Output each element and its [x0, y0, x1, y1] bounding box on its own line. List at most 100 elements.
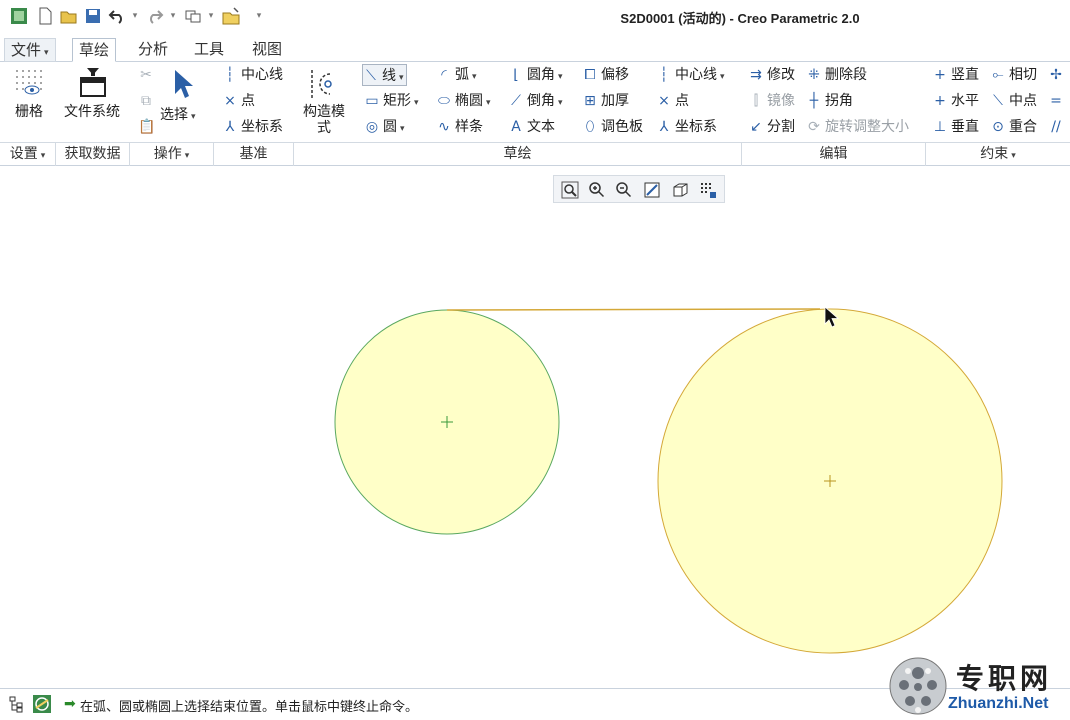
- circle-icon: ◎: [365, 119, 379, 135]
- csys-icon: ⅄: [659, 119, 669, 135]
- tangent-icon: ⟜: [992, 67, 1004, 83]
- rectangle-button[interactable]: ▭ 矩形 ▾: [364, 90, 418, 112]
- tab-sketch[interactable]: 草绘: [72, 38, 117, 62]
- group-get-data[interactable]: 获取数据: [56, 143, 130, 166]
- scissors-icon: ✂: [140, 67, 152, 83]
- datum-centerline-button[interactable]: ┆ 中心线: [222, 64, 283, 86]
- modify-button[interactable]: ⇉ 修改: [748, 64, 795, 86]
- sketch-centerline-button[interactable]: ┆ 中心线 ▾: [656, 64, 725, 86]
- group-datum[interactable]: 基准: [214, 143, 294, 166]
- mirror-icon: ⫿: [753, 93, 759, 109]
- browser-icon[interactable]: [32, 694, 52, 714]
- windows-dropdown-icon[interactable]: ▾: [206, 8, 216, 24]
- rotate-resize-icon: ⟳: [808, 119, 820, 135]
- horizontal-constraint-button[interactable]: + 水平: [932, 90, 979, 112]
- display-style-icon[interactable]: [670, 180, 690, 200]
- zoom-out-icon[interactable]: [614, 180, 634, 200]
- grid-button[interactable]: 栅格: [6, 104, 52, 120]
- soccer-ball-logo-icon: [889, 657, 947, 715]
- tab-file[interactable]: 文件 ▾: [4, 38, 56, 62]
- ribbon-tabs: 文件 ▾ 草绘 分析 工具 视图: [0, 36, 1070, 62]
- group-sketching[interactable]: 草绘: [294, 143, 742, 166]
- group-settings[interactable]: 设置 ▾: [0, 143, 56, 166]
- construction-mode-button[interactable]: 构造模式: [298, 104, 350, 136]
- tab-view[interactable]: 视图: [246, 38, 288, 62]
- tangent-constraint-button[interactable]: ⟜ 相切: [990, 64, 1037, 86]
- ribbon-group-bar: 设置 ▾ 获取数据 操作 ▾ 基准 草绘 编辑 约束 ▾: [0, 142, 1070, 166]
- perpendicular-constraint-button[interactable]: ⊥ 垂直: [932, 116, 979, 138]
- vertical-icon: +: [934, 67, 946, 83]
- corner-button[interactable]: ┼ 拐角: [806, 90, 853, 112]
- divide-icon: ↙: [750, 119, 762, 135]
- save-icon[interactable]: [84, 7, 102, 25]
- quick-access-customize-icon[interactable]: ▾: [254, 8, 264, 24]
- group-editing[interactable]: 编辑: [742, 143, 926, 166]
- undo-icon[interactable]: [108, 7, 126, 25]
- arc-icon: ◜: [441, 67, 447, 83]
- text-button[interactable]: A 文本: [508, 116, 555, 138]
- line-button[interactable]: ⟍ 线 ▾: [362, 64, 407, 86]
- model-tree-icon[interactable]: [8, 695, 26, 713]
- palette-button[interactable]: ⬯ 调色板: [582, 116, 643, 138]
- grid-icon: [14, 68, 44, 96]
- group-constrain[interactable]: 约束 ▾: [926, 143, 1070, 166]
- symmetric-constraint-button[interactable]: ✢: [1048, 64, 1067, 86]
- thicken-button[interactable]: ⊞ 加厚: [582, 90, 629, 112]
- status-message: 在弧、圆或椭圆上选择结束位置。单击鼠标中键终止命令。: [80, 700, 419, 715]
- vertical-constraint-button[interactable]: + 竖直: [932, 64, 979, 86]
- csys-icon: ⅄: [225, 119, 235, 135]
- app-icon: [11, 8, 27, 24]
- new-file-icon[interactable]: [36, 7, 54, 25]
- sketch-canvas[interactable]: [0, 205, 1070, 687]
- offset-icon: ⧠: [584, 67, 596, 83]
- tab-analysis[interactable]: 分析: [132, 38, 174, 62]
- thicken-icon: ⊞: [584, 93, 596, 109]
- ellipse-button[interactable]: ⬭ 椭圆 ▾: [436, 90, 491, 112]
- cut-button[interactable]: ✂: [138, 64, 157, 86]
- midpoint-constraint-button[interactable]: ⟍ 中点: [990, 90, 1037, 112]
- close-window-icon[interactable]: [222, 7, 240, 25]
- redo-icon[interactable]: [146, 7, 164, 25]
- open-folder-icon[interactable]: [60, 7, 78, 25]
- circle-button[interactable]: ◎ 圆 ▾: [364, 116, 405, 138]
- windows-icon[interactable]: [184, 7, 202, 25]
- equal-constraint-button[interactable]: =: [1048, 90, 1067, 112]
- parallel-constraint-button[interactable]: //: [1048, 116, 1067, 138]
- arc-button[interactable]: ◜ 弧 ▾: [436, 64, 476, 86]
- watermark-en-text: Zhuanzhi.Net: [948, 695, 1049, 712]
- fillet-icon: ⌊: [513, 67, 519, 83]
- undo-dropdown-icon[interactable]: ▾: [130, 8, 140, 24]
- datum-point-button[interactable]: × 点: [222, 90, 255, 112]
- title-bar: ▾ ▾ ▾ ▾ S2D0001 (活动的) - Creo Parametric …: [0, 0, 1070, 34]
- chamfer-button[interactable]: ⟋ 倒角 ▾: [508, 90, 562, 112]
- copy-button[interactable]: ⧉: [138, 90, 157, 112]
- tab-tools[interactable]: 工具: [188, 38, 230, 62]
- paste-button[interactable]: 📋: [138, 116, 157, 138]
- repaint-icon[interactable]: [642, 180, 662, 200]
- select-button[interactable]: 选择 ▾: [160, 104, 196, 126]
- spline-button[interactable]: ∿ 样条: [436, 116, 483, 138]
- sketcher-display-filters-icon[interactable]: [698, 180, 718, 200]
- zoom-in-icon[interactable]: [587, 180, 607, 200]
- rotate-resize-button[interactable]: ⟳ 旋转调整大小: [806, 116, 909, 138]
- file-system-icon: [78, 66, 108, 98]
- mirror-button[interactable]: ⫿ 镜像: [748, 90, 795, 112]
- fillet-button[interactable]: ⌊ 圆角 ▾: [508, 64, 562, 86]
- point-icon: ×: [224, 93, 236, 109]
- sketch-csys-button[interactable]: ⅄ 坐标系: [656, 116, 717, 138]
- redo-dropdown-icon[interactable]: ▾: [168, 8, 178, 24]
- spline-icon: ∿: [438, 119, 450, 135]
- modify-icon: ⇉: [750, 67, 762, 83]
- tangent-line[interactable]: [446, 308, 821, 311]
- group-operations[interactable]: 操作 ▾: [130, 143, 214, 166]
- coincident-constraint-button[interactable]: ⊙ 重合: [990, 116, 1037, 138]
- delete-segment-button[interactable]: ⁜ 删除段: [806, 64, 867, 86]
- sketch-point-button[interactable]: × 点: [656, 90, 689, 112]
- file-system-button[interactable]: 文件系统: [64, 104, 120, 120]
- divide-button[interactable]: ↙ 分割: [748, 116, 795, 138]
- perpendicular-icon: ⊥: [933, 119, 947, 135]
- message-arrow-icon: ➡: [64, 696, 76, 712]
- datum-csys-button[interactable]: ⅄ 坐标系: [222, 116, 283, 138]
- refit-icon[interactable]: [560, 180, 580, 200]
- offset-button[interactable]: ⧠ 偏移: [582, 64, 629, 86]
